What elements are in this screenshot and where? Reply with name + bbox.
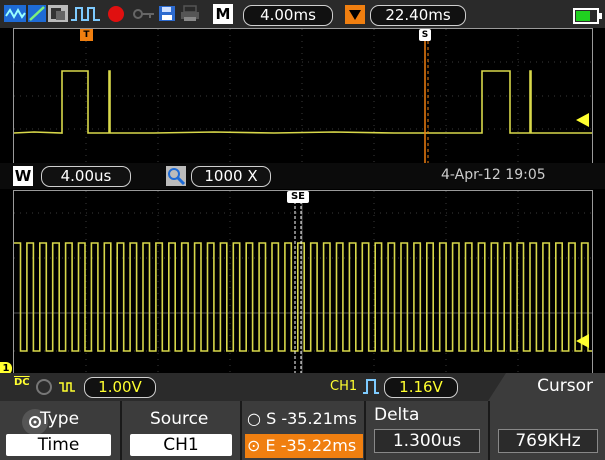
source-value[interactable]: CH1 [130, 434, 232, 456]
timebase-readout[interactable]: 4.00ms [243, 5, 333, 26]
e-cursor-row[interactable]: ⊙ E -35.22ms [245, 434, 363, 458]
softkey-type[interactable]: Type Time [0, 401, 122, 460]
softkey-frequency[interactable]: 769KHz [490, 401, 605, 460]
ch1-scale-readout[interactable]: 1.00V [84, 377, 156, 398]
bandwidth-icon [36, 379, 52, 395]
record-icon[interactable] [108, 6, 124, 22]
e-radio-icon[interactable]: ⊙ [247, 436, 260, 455]
zoom-icon[interactable] [166, 166, 186, 186]
softkey-delta[interactable]: Delta 1.300us [366, 401, 490, 460]
softkey-source[interactable]: Source CH1 [122, 401, 242, 460]
main-waveform-plot [14, 29, 592, 163]
e-value: -35.22ms [280, 436, 357, 455]
main-waveform-window[interactable]: T S [13, 28, 593, 164]
key-icon [132, 5, 156, 22]
window-timebase-readout[interactable]: 4.00us [41, 166, 131, 187]
e-prefix: E [265, 436, 276, 455]
cursor-se-marker: SE [287, 191, 309, 203]
print-icon[interactable] [180, 5, 200, 22]
source-label: Source [150, 409, 209, 429]
type-value[interactable]: Time [6, 434, 111, 456]
trigger-level-readout[interactable]: 1.16V [384, 377, 458, 398]
menu-title-tab: Cursor [488, 373, 605, 401]
trigger-source-label[interactable]: CH1 [330, 379, 357, 394]
trigger-position-readout[interactable]: 22.40ms [370, 5, 466, 26]
fft-icon[interactable] [4, 5, 26, 22]
s-radio-icon[interactable]: ○ [247, 409, 261, 428]
delta-label: Delta [374, 405, 420, 425]
cursor-s-marker: S [419, 29, 431, 41]
trigger-level-arrow [576, 113, 589, 127]
frequency-value: 769KHz [498, 429, 598, 453]
save-icon[interactable] [158, 5, 176, 22]
trigger-position-icon[interactable] [345, 5, 365, 24]
zoom-waveform-plot [14, 191, 592, 373]
s-prefix: S [266, 409, 277, 428]
trigger-marker: T [80, 29, 93, 41]
zoom-waveform-window[interactable]: SE [13, 190, 593, 374]
window-label[interactable]: W [13, 166, 33, 186]
delta-value: 1.300us [374, 429, 480, 453]
softkey-cursor-select[interactable]: ○ S -35.21ms ⊙ E -35.22ms [242, 401, 366, 460]
invert-icon [58, 379, 76, 395]
zoom-info-bar: W 4.00us 1000 X 4-Apr-12 19:05 [0, 163, 605, 189]
type-label: Type [40, 409, 80, 429]
math-icon[interactable] [28, 5, 46, 22]
main-trace [14, 70, 592, 134]
zoom-trace [14, 242, 592, 352]
pulse-trigger-icon[interactable] [70, 5, 106, 22]
zoom-factor-readout[interactable]: 1000 X [191, 166, 271, 187]
menu-title: Cursor [537, 376, 593, 396]
horizontal-menu-label[interactable]: M [213, 4, 233, 24]
display-icon[interactable] [48, 5, 68, 22]
s-value: -35.21ms [281, 409, 357, 428]
zoom-trigger-level-arrow [576, 334, 589, 348]
dc-coupling-label[interactable]: DC [14, 377, 30, 388]
datetime-readout: 4-Apr-12 19:05 [441, 167, 546, 183]
rising-edge-icon [362, 377, 380, 395]
battery-icon [573, 8, 602, 24]
status-bar: DC 1.00V CH1 1.16V Cursor [0, 373, 605, 401]
top-toolbar: M 4.00ms 22.40ms [0, 0, 605, 28]
s-cursor-row[interactable]: ○ S -35.21ms [247, 409, 357, 428]
